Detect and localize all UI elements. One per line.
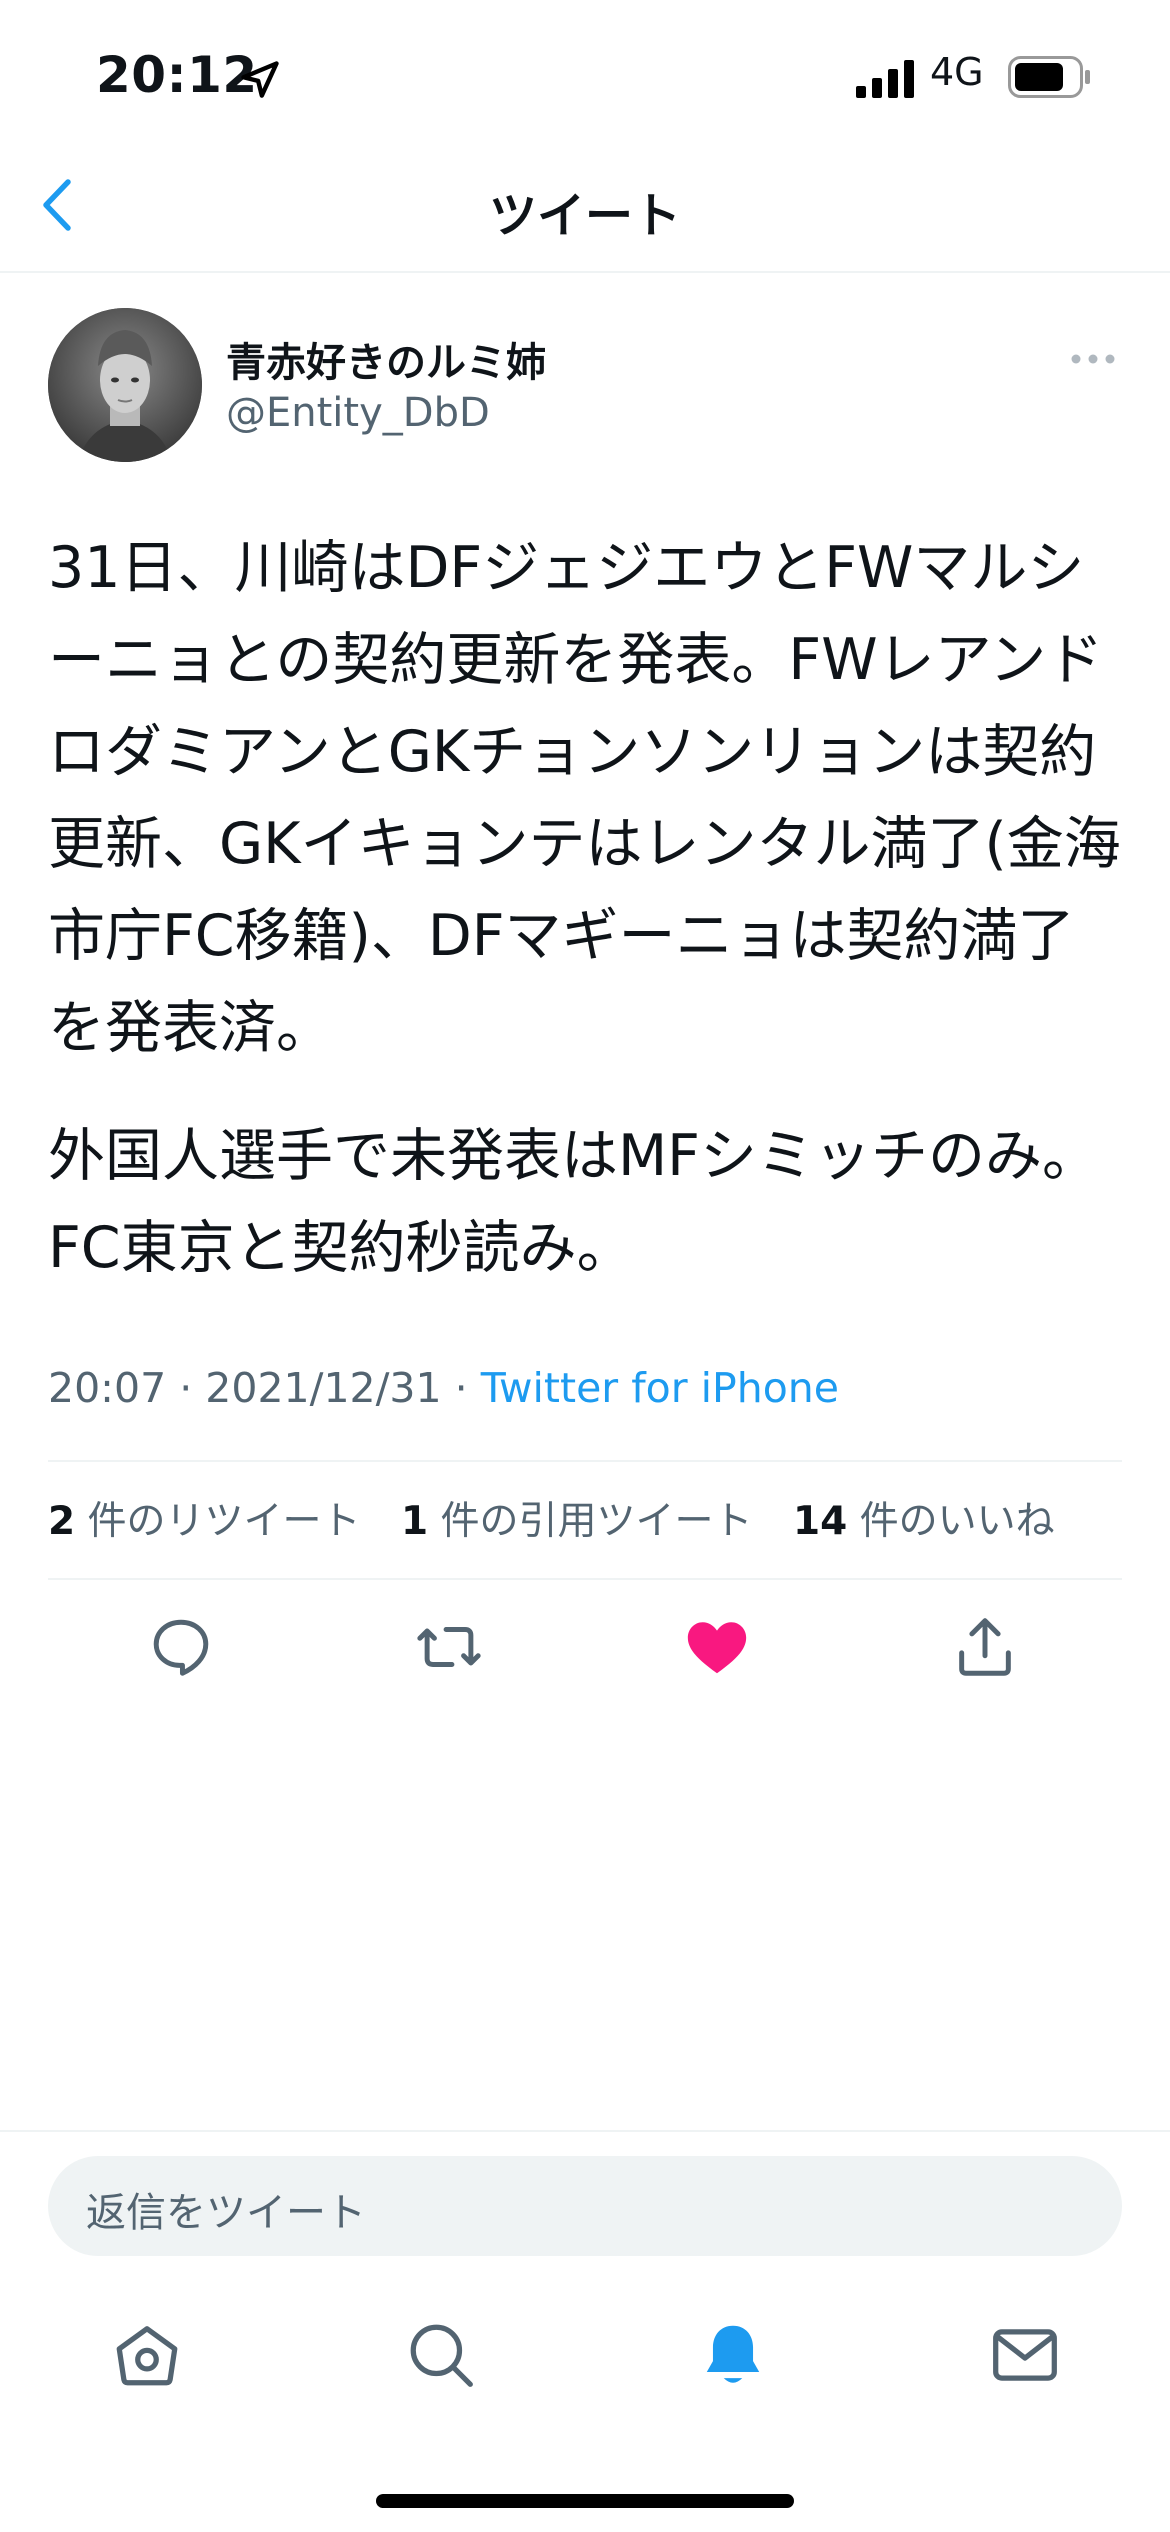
home-icon[interactable] [110,2318,184,2392]
search-icon[interactable] [404,2318,478,2392]
avatar-portrait-icon [48,308,202,462]
reply-placeholder[interactable]: 返信をツイート [86,2180,366,2238]
page-title: ツイート [488,188,681,244]
author-name[interactable]: 青赤好きのルミ姉 [226,330,546,388]
divider [0,2130,1170,2132]
retweets-label: 件のリツイート [87,1499,361,1544]
avatar[interactable] [48,308,202,462]
tweet-timestamp: 20:07 · 2021/12/31 · Twitter for iPhone [48,1364,839,1412]
retweets-stat[interactable]: 2 件のリツイート [48,1499,361,1544]
quotes-stat[interactable]: 1 件の引用ツイート [401,1499,753,1544]
meta-separator: · [454,1364,468,1412]
home-indicator[interactable] [376,2494,794,2508]
likes-stat[interactable]: 14 件のいいね [793,1499,1055,1544]
tweet-text-paragraph: 外国人選手で未発表はMFシミッチのみ。FC東京と契約秒読み。 [48,1123,1099,1281]
retweets-count: 2 [48,1499,76,1544]
quotes-count: 1 [400,1499,429,1544]
likes-label: 件のいいね [859,1499,1055,1544]
tweet-date: 2021/12/31 [205,1364,442,1412]
network-label: 4G [930,50,984,94]
bell-icon[interactable] [696,2318,770,2392]
mail-icon[interactable] [988,2318,1062,2392]
tweet-stats: 2 件のリツイート 1 件の引用ツイート 14 件のいいね [48,1490,1083,1546]
divider [48,1460,1122,1462]
divider [48,1578,1122,1580]
author-handle[interactable]: @Entity_DbD [226,390,490,436]
share-icon[interactable] [950,1612,1020,1682]
location-arrow-icon [241,61,279,98]
reply-icon[interactable] [146,1612,216,1682]
battery-icon [1008,56,1090,98]
retweet-icon[interactable] [414,1612,484,1682]
heart-icon[interactable] [682,1612,752,1682]
tweet-text-paragraph: 31日、川崎はDFジェジエウとFWマルシーニョとの契約更新を発表。FWレアンドロ… [48,535,1121,1061]
quotes-label: 件の引用ツイート [440,1499,753,1544]
more-options-icon[interactable] [1068,334,1118,384]
meta-separator: · [179,1364,193,1412]
status-time: 20:12 [96,46,258,104]
likes-count: 14 [792,1499,848,1544]
tweet-time: 20:07 [48,1364,167,1412]
tweet-source-link[interactable]: Twitter for iPhone [481,1364,839,1412]
header-divider [0,271,1170,273]
signal-bars-icon [856,60,914,98]
